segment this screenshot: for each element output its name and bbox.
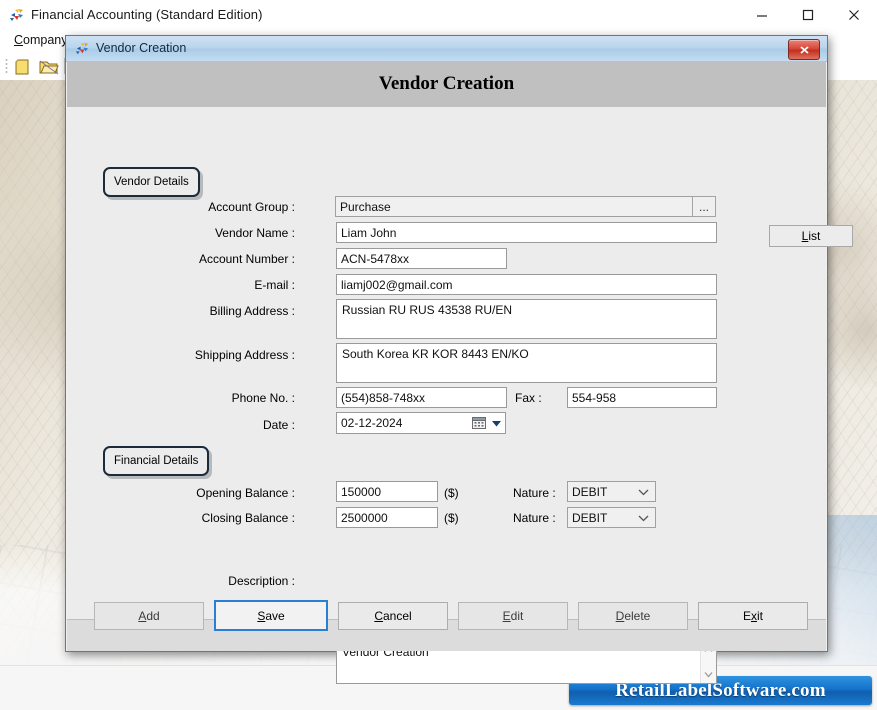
billing-address-label: Billing Address :: [209, 304, 295, 318]
dialog-heading: Vendor Creation: [378, 73, 515, 94]
account-group-browse-label: ...: [698, 200, 709, 214]
chevron-down-icon[interactable]: [489, 420, 503, 427]
fax-input[interactable]: [567, 387, 717, 408]
new-file-icon[interactable]: [14, 57, 36, 77]
edit-button-accel: E: [502, 609, 511, 623]
opening-balance-unit: ($): [444, 486, 459, 500]
opening-nature-label: Nature :: [513, 486, 556, 500]
section-financial-details[interactable]: Financial Details: [103, 446, 210, 476]
section-vendor-details[interactable]: Vendor Details: [103, 167, 200, 197]
shipping-address-input[interactable]: [336, 343, 717, 383]
exit-button-pre: E: [742, 609, 751, 623]
app-titlebar: Financial Accounting (Standard Edition): [0, 0, 877, 31]
account-group-browse-button[interactable]: ...: [692, 196, 716, 217]
list-button-label-rest: ist: [808, 229, 821, 243]
vendor-name-input[interactable]: [336, 222, 717, 243]
delete-button-accel: D: [615, 609, 625, 623]
save-button-accel: S: [257, 608, 266, 623]
add-button[interactable]: Add: [94, 602, 204, 630]
app-puzzle-icon: [74, 40, 91, 57]
closing-nature-value: DEBIT: [572, 510, 608, 525]
dialog-titlebar: Vendor Creation: [66, 36, 827, 62]
date-value: 02-12-2024: [341, 416, 403, 430]
dialog-body: List Vendor Details Account Group : Purc…: [67, 107, 853, 684]
date-picker[interactable]: 02-12-2024: [336, 412, 506, 434]
exit-button-rest: it: [757, 609, 763, 623]
email-input[interactable]: [336, 274, 717, 295]
add-button-rest: dd: [146, 609, 160, 623]
toolbar-grip[interactable]: [5, 58, 9, 75]
menu-item-company[interactable]: Company: [14, 33, 68, 47]
vendor-name-label: Vendor Name :: [214, 226, 295, 240]
cancel-button-rest: ancel: [382, 609, 412, 623]
delete-button-rest: elete: [624, 609, 651, 623]
edit-button[interactable]: Edit: [458, 602, 568, 630]
account-number-label: Account Number :: [198, 252, 295, 266]
shipping-address-label: Shipping Address :: [194, 348, 295, 362]
chevron-down-icon: [635, 514, 651, 522]
account-group-value: Purchase: [340, 199, 391, 214]
dialog-header-band: Vendor Creation: [67, 61, 826, 107]
minimize-button[interactable]: [739, 0, 785, 30]
save-button[interactable]: Save: [214, 600, 328, 631]
list-button-accel: L: [801, 229, 809, 243]
closing-nature-select[interactable]: DEBIT: [567, 507, 656, 528]
account-group-select[interactable]: Purchase: [335, 196, 715, 217]
phone-input[interactable]: [336, 387, 507, 408]
app-puzzle-icon: [8, 6, 26, 24]
section-vendor-details-label: Vendor Details: [114, 176, 189, 188]
closing-nature-label: Nature :: [513, 511, 556, 525]
scroll-down-icon[interactable]: [701, 667, 716, 682]
description-label: Description :: [228, 574, 295, 588]
billing-address-input[interactable]: [336, 299, 717, 339]
exit-button[interactable]: Ex it: [698, 602, 808, 630]
list-button[interactable]: List: [769, 225, 853, 247]
dialog-close-button[interactable]: [788, 39, 820, 60]
edit-button-rest: dit: [510, 609, 524, 623]
opening-nature-value: DEBIT: [572, 484, 608, 499]
open-folder-icon[interactable]: [38, 57, 60, 77]
fax-label: Fax :: [515, 391, 542, 405]
account-number-input[interactable]: [336, 248, 507, 269]
close-button[interactable]: [831, 0, 877, 30]
section-financial-details-label: Financial Details: [114, 455, 199, 467]
opening-nature-select[interactable]: DEBIT: [567, 481, 656, 502]
cancel-button[interactable]: Cancel: [338, 602, 448, 630]
cancel-button-accel: C: [374, 609, 383, 623]
closing-balance-label: Closing Balance :: [201, 511, 295, 525]
email-label: E-mail :: [254, 278, 295, 292]
account-group-label: Account Group :: [208, 200, 295, 214]
dialog-title: Vendor Creation: [96, 41, 187, 55]
phone-label: Phone No. :: [231, 391, 295, 405]
save-button-rest: ave: [265, 608, 285, 623]
closing-balance-input[interactable]: [336, 507, 438, 528]
maximize-button[interactable]: [785, 0, 831, 30]
date-label: Date :: [262, 418, 295, 432]
app-title: Financial Accounting (Standard Edition): [31, 7, 263, 22]
opening-balance-label: Opening Balance :: [196, 486, 295, 500]
opening-balance-input[interactable]: [336, 481, 438, 502]
calendar-icon: [471, 415, 488, 431]
add-button-accel: A: [138, 609, 147, 623]
closing-balance-unit: ($): [444, 511, 459, 525]
menu-item-company-rest: ompany: [23, 33, 68, 47]
vendor-creation-dialog: Vendor Creation Vendor Creation List Ven…: [65, 35, 853, 684]
delete-button[interactable]: Delete: [578, 602, 688, 630]
chevron-down-icon: [635, 488, 651, 496]
